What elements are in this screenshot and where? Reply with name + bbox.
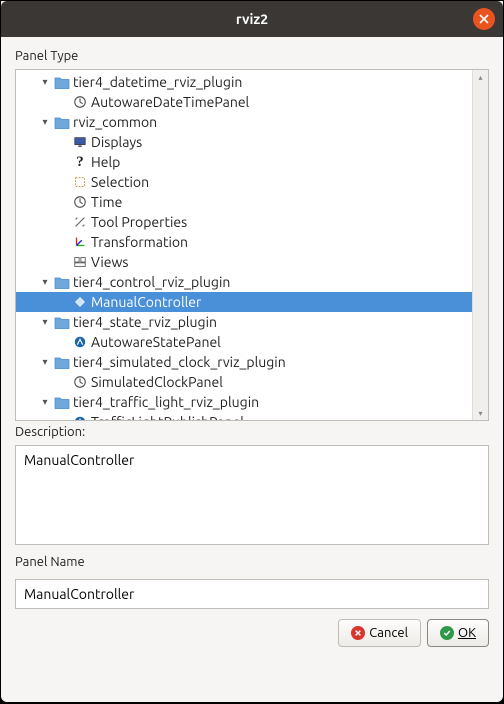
folder-icon <box>54 114 70 130</box>
tree-item-label: Views <box>91 254 128 270</box>
tree-item-label: Displays <box>91 134 142 150</box>
scroll-up-icon[interactable]: ▴ <box>474 70 488 84</box>
tree-item-label: Transformation <box>91 234 188 250</box>
tree-item[interactable]: SimulatedClockPanel <box>16 372 472 392</box>
expand-arrow-icon[interactable]: ▾ <box>38 315 52 329</box>
tree-item-label: tier4_datetime_rviz_plugin <box>73 74 242 90</box>
folder-icon <box>54 314 70 330</box>
tree-item[interactable]: ▾ tier4_control_rviz_plugin <box>16 272 472 292</box>
window-title: rviz2 <box>236 11 268 27</box>
tree-item[interactable]: Selection <box>16 172 472 192</box>
expand-arrow-icon[interactable]: ▾ <box>38 275 52 289</box>
tree-item[interactable]: Transformation <box>16 232 472 252</box>
tree-item[interactable]: Views <box>16 252 472 272</box>
tree-item-label: ManualController <box>91 294 201 310</box>
tree-item[interactable]: AutowareStatePanel <box>16 332 472 352</box>
description-box: ManualController <box>15 445 489 545</box>
tree-item-label: Help <box>91 154 120 170</box>
folder-icon <box>54 394 70 410</box>
tree-item-label: Selection <box>91 174 149 190</box>
folder-icon <box>54 74 70 90</box>
expand-arrow-icon[interactable]: ▾ <box>38 355 52 369</box>
panel-name-label: Panel Name <box>15 555 489 569</box>
ok-button[interactable]: OK <box>427 619 489 647</box>
tree-item-label: tier4_control_rviz_plugin <box>73 274 230 290</box>
description-text: ManualController <box>24 452 134 468</box>
panel-type-tree-container: ▾ tier4_datetime_rviz_plugin AutowareDateT… <box>15 69 489 421</box>
tree-item-label: AutowareStatePanel <box>91 334 221 350</box>
cancel-button[interactable]: Cancel <box>338 619 421 647</box>
ok-label: OK <box>458 626 476 640</box>
tree-item-label: tier4_simulated_clock_rviz_plugin <box>73 354 286 370</box>
close-icon <box>479 14 489 24</box>
aw-icon <box>72 334 88 350</box>
tree-item[interactable]: ▾ tier4_traffic_light_rviz_plugin <box>16 392 472 412</box>
views-icon <box>72 254 88 270</box>
tree-item-label: SimulatedClockPanel <box>91 374 223 390</box>
tree-item-label: tier4_traffic_light_rviz_plugin <box>73 394 259 410</box>
tree-item[interactable]: ▾ tier4_simulated_clock_rviz_plugin <box>16 352 472 372</box>
axes-icon <box>72 234 88 250</box>
tree-item[interactable]: ?Help <box>16 152 472 172</box>
tree-item[interactable]: Tool Properties <box>16 212 472 232</box>
tree-item-label: rviz_common <box>73 114 157 130</box>
dialog-window: rviz2 Panel Type ▾ tier4_datetime_rviz_pl… <box>1 1 503 702</box>
dialog-content: Panel Type ▾ tier4_datetime_rviz_plugin Au… <box>1 37 503 702</box>
tree-item[interactable]: Time <box>16 192 472 212</box>
cancel-label: Cancel <box>369 626 408 640</box>
tree-item[interactable]: ManualController <box>16 292 472 312</box>
clock-icon <box>72 94 88 110</box>
expand-arrow-icon[interactable]: ▾ <box>38 75 52 89</box>
clock-icon <box>72 374 88 390</box>
titlebar: rviz2 <box>1 1 503 37</box>
tree-item[interactable]: ▾ rviz_common <box>16 112 472 132</box>
question-icon: ? <box>72 154 88 170</box>
tools-icon <box>72 214 88 230</box>
expand-arrow-icon[interactable]: ▾ <box>38 115 52 129</box>
aw-icon <box>72 414 88 420</box>
scroll-down-icon[interactable]: ▾ <box>474 406 488 420</box>
clock-icon <box>72 194 88 210</box>
tree-scrollbar[interactable]: ▴ ▾ <box>472 70 488 420</box>
close-button[interactable] <box>473 8 495 30</box>
diamond-icon <box>72 294 88 310</box>
panel-name-input[interactable] <box>15 579 489 609</box>
description-label: Description: <box>15 425 489 439</box>
panel-type-tree[interactable]: ▾ tier4_datetime_rviz_plugin AutowareDateT… <box>16 70 472 420</box>
ok-icon <box>440 626 454 640</box>
expand-arrow-icon[interactable]: ▾ <box>38 395 52 409</box>
tree-item-label: AutowareDateTimePanel <box>91 94 249 110</box>
tree-item[interactable]: Displays <box>16 132 472 152</box>
tree-item-label: Tool Properties <box>91 214 187 230</box>
tree-item[interactable]: ▾ tier4_state_rviz_plugin <box>16 312 472 332</box>
folder-icon <box>54 354 70 370</box>
tree-item[interactable]: TrafficLightPublishPanel <box>16 412 472 420</box>
dialog-buttons: Cancel OK <box>15 619 489 647</box>
tree-item[interactable]: ▾ tier4_datetime_rviz_plugin <box>16 72 472 92</box>
cancel-icon <box>351 626 365 640</box>
panel-type-label: Panel Type <box>15 49 489 63</box>
tree-item-label: Time <box>91 194 122 210</box>
folder-icon <box>54 274 70 290</box>
monitor-icon <box>72 134 88 150</box>
tree-item-label: TrafficLightPublishPanel <box>91 414 244 420</box>
tree-item[interactable]: AutowareDateTimePanel <box>16 92 472 112</box>
select-icon <box>72 174 88 190</box>
tree-item-label: tier4_state_rviz_plugin <box>73 314 217 330</box>
